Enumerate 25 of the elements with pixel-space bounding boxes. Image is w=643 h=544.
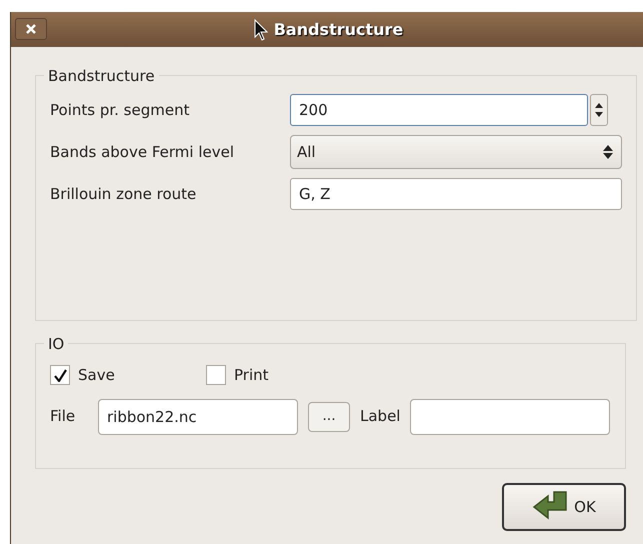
file-label: File bbox=[50, 406, 76, 428]
checkbox[interactable] bbox=[206, 365, 226, 386]
field-label: Brillouin zone route bbox=[50, 184, 198, 205]
field-label: Points pr. segment bbox=[50, 100, 190, 121]
route-field[interactable]: G, Z bbox=[290, 178, 622, 210]
browse-button[interactable]: ... bbox=[308, 402, 350, 432]
cursor-icon bbox=[254, 19, 268, 41]
field-label: Bands above Fermi level bbox=[50, 142, 236, 163]
window-title: Bandstructure bbox=[274, 18, 404, 40]
points-field[interactable]: 200 bbox=[290, 94, 588, 126]
spin-buttons[interactable] bbox=[590, 94, 608, 126]
close-button[interactable] bbox=[15, 18, 47, 40]
file-field[interactable]: ribbon22.nc bbox=[98, 398, 298, 434]
checkbox-label: Save bbox=[78, 365, 115, 386]
close-icon bbox=[26, 24, 36, 34]
checkbox[interactable] bbox=[50, 365, 70, 386]
checkbox-label: Print bbox=[234, 365, 269, 386]
down-arrow-icon bbox=[595, 112, 603, 117]
ok-button[interactable]: OK bbox=[502, 483, 626, 531]
up-arrow-icon bbox=[595, 103, 603, 108]
label-field[interactable] bbox=[410, 398, 610, 434]
bands-combo[interactable]: All bbox=[290, 135, 622, 169]
checkmark-icon bbox=[54, 368, 66, 382]
label-label: Label bbox=[360, 406, 400, 428]
updown-arrow-icon bbox=[603, 145, 613, 159]
